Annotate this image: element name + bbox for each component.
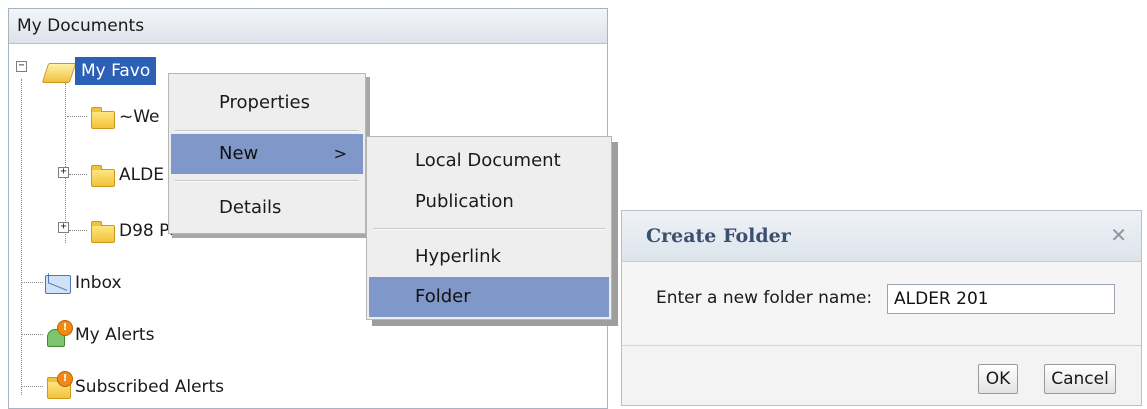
ok-button[interactable]: OK xyxy=(978,364,1018,394)
tree-node-label: ALDE xyxy=(119,165,164,185)
folder-name-label: Enter a new folder name: xyxy=(656,288,873,308)
cancel-button[interactable]: Cancel xyxy=(1044,364,1116,394)
context-menu: Properties New > Details xyxy=(168,73,366,234)
menu-item-hyperlink[interactable]: Hyperlink xyxy=(369,237,609,277)
menu-separator xyxy=(373,228,605,230)
tree-guide-line xyxy=(21,79,22,395)
panel-title: My Documents xyxy=(9,9,607,44)
menu-item-local-document[interactable]: Local Document xyxy=(369,141,609,181)
menu-item-details[interactable]: Details xyxy=(171,188,363,228)
tree-guide-line xyxy=(21,282,43,283)
folder-icon xyxy=(89,219,115,243)
close-icon[interactable]: ✕ xyxy=(1110,223,1127,247)
folder-icon xyxy=(89,105,115,129)
menu-item-label: New xyxy=(219,143,259,164)
tree-node-label: Subscribed Alerts xyxy=(75,377,225,397)
menu-item-publication[interactable]: Publication xyxy=(369,182,609,222)
tree-guide-line xyxy=(69,230,87,231)
tree-guide-line xyxy=(69,174,87,175)
open-folder-icon xyxy=(41,59,77,83)
tree-node-label: Inbox xyxy=(75,273,122,293)
submenu-arrow-icon: > xyxy=(333,144,347,163)
expand-expander[interactable]: + xyxy=(58,167,69,178)
dialog-footer: OK Cancel xyxy=(622,345,1141,405)
folder-name-input[interactable] xyxy=(887,284,1115,314)
tree-node-label: My Alerts xyxy=(75,325,155,345)
subscribed-alerts-icon: ! xyxy=(45,371,73,399)
tree-guide-line xyxy=(21,386,43,387)
new-submenu: Local Document Publication Hyperlink Fol… xyxy=(366,136,612,320)
tree-guide-line xyxy=(67,116,87,117)
folder-icon xyxy=(89,163,115,187)
tree-node-label: ~We xyxy=(119,107,160,127)
menu-item-folder[interactable]: Folder xyxy=(369,277,609,317)
dialog-title: Create Folder xyxy=(622,211,1141,262)
tree-guide-line xyxy=(65,83,66,243)
dialog-body: Enter a new folder name: xyxy=(622,262,1141,344)
inbox-icon xyxy=(45,271,71,294)
tree-guide-line xyxy=(21,334,43,335)
menu-item-properties[interactable]: Properties xyxy=(171,83,363,123)
expand-expander[interactable]: + xyxy=(58,222,69,233)
tree-node-label: My Favo xyxy=(75,57,157,85)
create-folder-dialog: Create Folder ✕ Enter a new folder name:… xyxy=(621,210,1142,406)
menu-item-new[interactable]: New > xyxy=(171,134,363,174)
collapse-expander[interactable]: − xyxy=(16,61,27,72)
menu-separator xyxy=(175,130,359,132)
menu-separator xyxy=(175,180,359,182)
alerts-icon: ! xyxy=(45,320,73,347)
